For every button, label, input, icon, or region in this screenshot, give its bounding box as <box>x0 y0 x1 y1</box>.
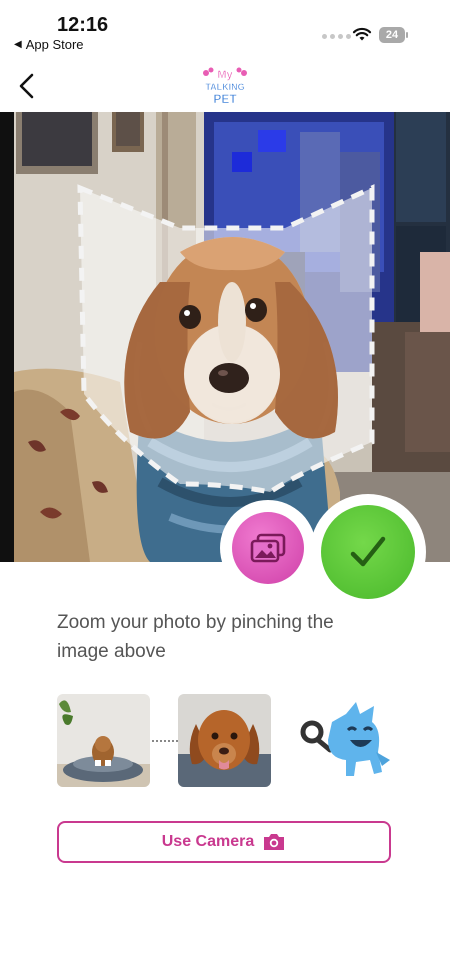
cellular-signal-icon <box>322 34 351 39</box>
navigation-bar: My TALKING PET <box>0 56 450 112</box>
battery-indicator: 24 <box>379 27 409 43</box>
my-talking-pet-logo: My TALKING PET <box>203 67 247 106</box>
use-camera-button[interactable]: Use Camera <box>57 821 391 863</box>
status-bar: 12:16 ◀ App Store 24 <box>0 0 450 56</box>
camera-icon <box>264 834 285 850</box>
zoom-instruction-text: Zoom your photo by pinching the image ab… <box>57 612 334 662</box>
logo-text-pet: PET <box>213 92 237 106</box>
dog-photo <box>0 112 450 562</box>
mascot-with-magnifier-icon <box>300 702 390 776</box>
use-camera-label: Use Camera <box>161 833 255 850</box>
choose-from-gallery-button[interactable] <box>220 500 316 596</box>
wifi-icon <box>352 27 372 41</box>
back-triangle-icon: ◀ <box>14 39 22 50</box>
logo-text-talking: TALKING <box>205 82 244 92</box>
photo-crop-area[interactable] <box>0 112 450 562</box>
back-app-label: App Store <box>25 37 84 52</box>
photo-gallery-icon <box>250 533 286 563</box>
example-connector <box>152 740 178 742</box>
status-time: 12:16 <box>57 14 109 36</box>
battery-level: 24 <box>379 27 405 43</box>
back-to-app-store-link[interactable]: ◀ App Store <box>14 37 84 52</box>
example-image-too-far <box>57 694 150 787</box>
confirm-crop-button[interactable] <box>310 494 426 610</box>
back-chevron-icon[interactable] <box>14 71 40 101</box>
logo-text-my: My <box>217 69 233 81</box>
checkmark-icon <box>350 536 386 567</box>
example-image-close-up <box>178 694 271 787</box>
